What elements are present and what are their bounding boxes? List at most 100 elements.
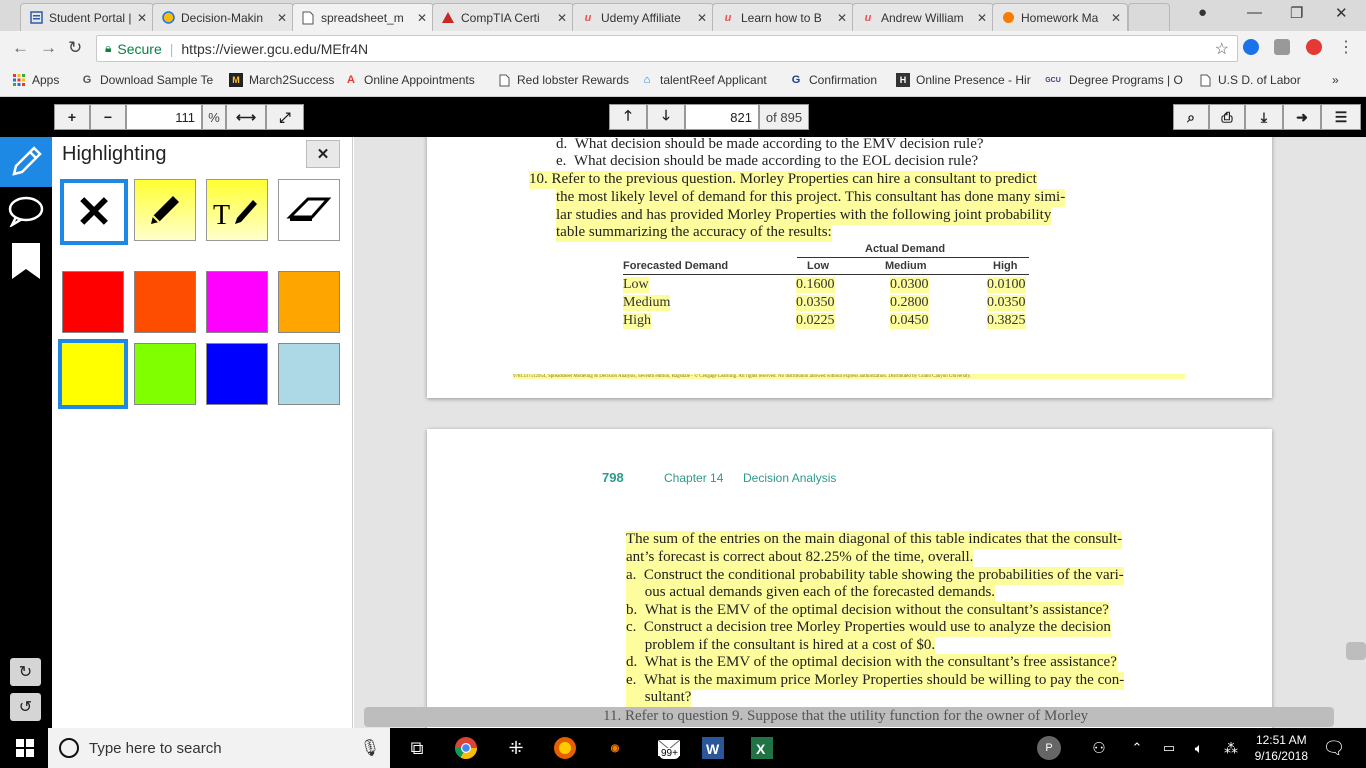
- color-red[interactable]: [62, 271, 124, 333]
- color-magenta[interactable]: [206, 271, 268, 333]
- bookmark-icon[interactable]: [0, 241, 52, 281]
- zoom-input[interactable]: 111: [126, 104, 202, 130]
- tab-decision-making[interactable]: Decision-Makin ✕: [152, 3, 294, 31]
- close-icon[interactable]: ✕: [557, 11, 567, 25]
- table-group-header: Actual Demand: [865, 243, 946, 255]
- minimize-icon[interactable]: —: [1247, 4, 1262, 21]
- extension-share-icon[interactable]: [1243, 39, 1259, 55]
- url-input[interactable]: 🔒︎ Secure | https://viewer.gcu.edu/MEfr4…: [96, 35, 1238, 62]
- next-page-button[interactable]: 🡓︎: [647, 104, 685, 130]
- taskbar-search-box[interactable]: Type here to search 🎙︎: [48, 728, 390, 768]
- close-panel-button[interactable]: ✕: [306, 140, 340, 168]
- profile-icon[interactable]: ●: [1198, 4, 1207, 21]
- tab-spreadsheet[interactable]: spreadsheet_m ✕: [292, 3, 434, 32]
- tab-udemy-affiliate[interactable]: u Udemy Affiliate ✕: [572, 3, 714, 31]
- panel-title: Highlighting: [62, 143, 167, 165]
- clock[interactable]: 12:51 AM 9/16/2018: [1255, 732, 1308, 764]
- vertical-scrollbar-thumb[interactable]: [1346, 642, 1366, 660]
- document-viewport[interactable]: d. What decision should be made accordin…: [354, 137, 1366, 728]
- bookmark-star-icon[interactable]: ☆: [1215, 39, 1229, 59]
- undo-icon[interactable]: ↺: [10, 693, 41, 721]
- share-icon[interactable]: ➜: [1283, 104, 1321, 130]
- close-icon[interactable]: ✕: [417, 11, 427, 25]
- task-view-icon[interactable]: ⧉: [404, 736, 430, 760]
- zoom-out-button[interactable]: −: [90, 104, 126, 130]
- mail-icon[interactable]: 99+: [651, 736, 687, 760]
- restore-icon[interactable]: ❐: [1290, 4, 1303, 22]
- search-icon[interactable]: ⌕: [1173, 104, 1209, 130]
- color-blue[interactable]: [206, 343, 268, 405]
- page-number-input[interactable]: 821: [685, 104, 759, 130]
- color-orange-red[interactable]: [134, 271, 196, 333]
- extension-cast-icon[interactable]: [1274, 39, 1290, 55]
- tab-learn-how[interactable]: u Learn how to B ✕: [712, 3, 854, 31]
- close-icon[interactable]: ✕: [137, 11, 147, 25]
- tab-andrew-william[interactable]: u Andrew William ✕: [852, 3, 994, 31]
- bookmark-red-lobster[interactable]: Red lobster Rewards: [497, 73, 629, 87]
- bookmark-online-presence[interactable]: H Online Presence - Hir: [896, 73, 1031, 87]
- back-icon[interactable]: ←: [12, 38, 29, 58]
- tab-student-portal[interactable]: Student Portal | ✕: [20, 3, 154, 31]
- menu-dots-icon[interactable]: ⋮: [1338, 37, 1354, 57]
- eraser-tool-button[interactable]: [278, 179, 340, 241]
- avatar[interactable]: P: [1036, 736, 1062, 760]
- close-window-icon[interactable]: ✕: [1335, 4, 1348, 22]
- bookmark-confirmation[interactable]: G Confirmation: [789, 73, 877, 87]
- close-icon[interactable]: ✕: [837, 11, 847, 25]
- bookmark-us-dol[interactable]: U.S D. of Labor: [1198, 73, 1301, 87]
- bookmark-online-appointments[interactable]: A Online Appointments: [344, 73, 475, 87]
- bookmark-degree-programs[interactable]: GCU Degree Programs | O: [1043, 73, 1183, 87]
- download-icon[interactable]: ⤓: [1245, 104, 1283, 130]
- bookmark-apps[interactable]: Apps: [12, 73, 59, 87]
- close-icon[interactable]: ✕: [697, 11, 707, 25]
- pen-tool-button[interactable]: [134, 179, 196, 241]
- more-bookmarks-button[interactable]: »: [1332, 73, 1339, 87]
- battery-icon[interactable]: ▭: [1156, 736, 1182, 760]
- color-yellow[interactable]: [58, 339, 128, 409]
- notifications-icon[interactable]: 🗨︎: [1321, 736, 1347, 760]
- chapter-title: Decision Analysis: [743, 471, 837, 485]
- color-light-blue[interactable]: [278, 343, 340, 405]
- windows-start-icon[interactable]: [12, 736, 38, 760]
- people-icon[interactable]: ⚇: [1086, 736, 1112, 760]
- hamburger-menu-icon[interactable]: ☰: [1321, 104, 1361, 130]
- redo-icon[interactable]: ↻: [10, 658, 41, 686]
- excel-icon[interactable]: X: [749, 736, 775, 760]
- extension-honey-icon[interactable]: [1306, 39, 1322, 55]
- color-lime[interactable]: [134, 343, 196, 405]
- network-icon[interactable]: ⁂: [1218, 736, 1244, 760]
- word-icon[interactable]: W: [700, 736, 726, 760]
- tab-homework[interactable]: Homework Ma ✕: [992, 3, 1128, 31]
- horizontal-scrollbar[interactable]: 11. Refer to question 9. Suppose that th…: [364, 707, 1334, 727]
- prev-page-button[interactable]: 🡑︎: [609, 104, 647, 130]
- app-icon[interactable]: ◉: [602, 736, 628, 760]
- zoom-in-button[interactable]: +: [54, 104, 90, 130]
- comment-icon[interactable]: [0, 193, 52, 229]
- chrome-icon[interactable]: [453, 736, 479, 760]
- tab-title: Decision-Makin: [181, 10, 264, 25]
- fit-width-icon[interactable]: ⟷: [226, 104, 266, 130]
- bookmark-march2success[interactable]: M March2Success: [229, 73, 334, 87]
- close-icon[interactable]: ✕: [977, 11, 987, 25]
- clear-tool-button[interactable]: ✕: [60, 179, 128, 245]
- text-tool-button[interactable]: T: [206, 179, 268, 241]
- bookmark-talentreef[interactable]: ⌂ talentReef Applicant: [640, 73, 767, 87]
- talentreef-icon: ⌂: [643, 74, 651, 86]
- tab-comptia[interactable]: CompTIA Certi ✕: [432, 3, 574, 31]
- bookmark-download-sample[interactable]: G Download Sample Te: [80, 73, 213, 87]
- reload-icon[interactable]: ↻: [68, 38, 82, 58]
- print-icon[interactable]: ⎙: [1209, 104, 1245, 130]
- svg-text:X: X: [756, 741, 766, 757]
- close-icon[interactable]: ✕: [277, 11, 287, 25]
- firefox-icon[interactable]: [552, 736, 578, 760]
- slack-icon[interactable]: ⁜: [503, 736, 529, 760]
- highlight-pen-icon[interactable]: [0, 137, 52, 187]
- microphone-icon[interactable]: 🎙︎: [360, 738, 380, 758]
- chevron-up-icon[interactable]: ⌃: [1124, 736, 1150, 760]
- fullscreen-icon[interactable]: ⤢: [266, 104, 304, 130]
- forward-icon[interactable]: →: [40, 38, 57, 58]
- new-tab-button[interactable]: [1128, 3, 1170, 31]
- close-icon[interactable]: ✕: [1111, 11, 1121, 25]
- color-orange[interactable]: [278, 271, 340, 333]
- volume-icon[interactable]: 🔈︎: [1186, 736, 1212, 760]
